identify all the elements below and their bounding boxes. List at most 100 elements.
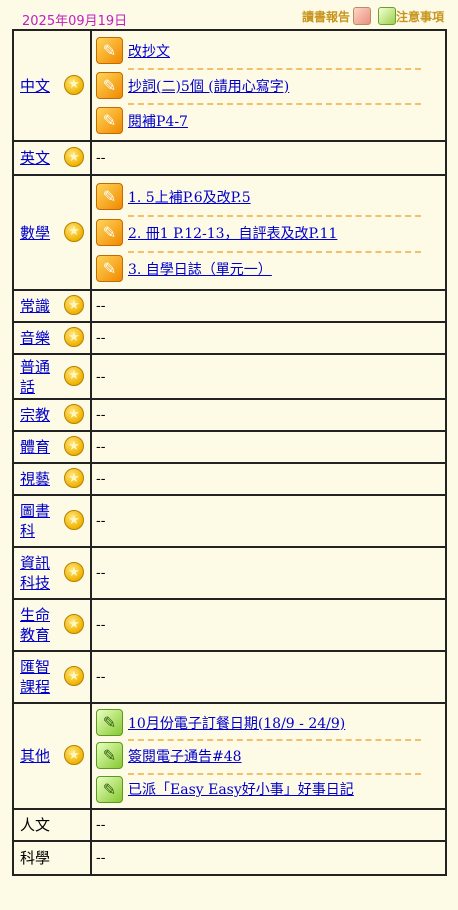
- subject-row: 常識 ★ --: [14, 291, 445, 323]
- subject-row: 宗教 ★ --: [14, 400, 445, 432]
- homework-item: ✎ 抄詞(二)5個 (請用心寫字): [96, 68, 443, 103]
- notice-label: 注意事項: [395, 9, 444, 24]
- subject-cell: 生命 教育 ★: [14, 600, 92, 650]
- homework-cell: --: [92, 600, 445, 650]
- subject-row: 中文 ★ ✎ 改抄文 ✎ 抄詞(二)5個 (請用心寫字) ✎ 閱補P4-7: [14, 31, 445, 142]
- homework-cell: --: [92, 464, 445, 494]
- star-icon[interactable]: ★: [64, 562, 84, 582]
- star-icon[interactable]: ★: [64, 468, 84, 488]
- star-icon[interactable]: ★: [64, 666, 84, 686]
- subject-name-link[interactable]: 普通話: [20, 357, 50, 397]
- subject-cell: 匯智 課程 ★: [14, 652, 92, 702]
- empty-placeholder: --: [96, 407, 106, 423]
- homework-item: ✎ 10月份電子訂餐日期(18/9 - 24/9): [96, 706, 443, 739]
- notice-pencil-icon: ✎: [96, 775, 123, 803]
- empty-placeholder: --: [96, 817, 106, 833]
- subject-row: 其他 ★ ✎ 10月份電子訂餐日期(18/9 - 24/9) ✎ 簽閱電子通告#48 ✎ 已派…: [14, 704, 445, 810]
- subject-name-link[interactable]: 體育: [20, 437, 50, 457]
- empty-placeholder: --: [96, 330, 106, 346]
- homework-item: ✎ 3. 自學日誌（單元一）: [96, 250, 443, 287]
- subject-name-link[interactable]: 視藝: [20, 469, 50, 489]
- subject-name-link: 科學: [20, 849, 51, 867]
- homework-link[interactable]: 已派「Easy Easy好小事」好事日記: [128, 779, 354, 799]
- notice-button[interactable]: 注意事項: [375, 7, 444, 25]
- homework-item: ✎ 簽閱電子通告#48: [96, 739, 443, 772]
- star-icon[interactable]: ★: [64, 436, 84, 456]
- pencil-icon: ✎: [96, 107, 123, 134]
- homework-cell: --: [92, 291, 445, 321]
- pencil-icon: ✎: [96, 183, 123, 210]
- subject-name-link[interactable]: 英文: [20, 148, 50, 168]
- homework-date: 2025年09月19日: [22, 14, 128, 29]
- subject-name-link[interactable]: 中文: [20, 76, 50, 96]
- homework-link[interactable]: 改抄文: [128, 41, 170, 61]
- subject-name-link[interactable]: 圖書科: [20, 501, 50, 541]
- subject-cell: 常識 ★: [14, 291, 92, 321]
- star-icon[interactable]: ★: [64, 295, 84, 315]
- subject-cell: 圖書科 ★: [14, 496, 92, 546]
- subject-cell: 數學 ★: [14, 176, 92, 289]
- subject-name-link[interactable]: 生命 教育: [20, 605, 50, 645]
- subject-name-link[interactable]: 音樂: [20, 328, 50, 348]
- homework-item: ✎ 2. 冊1 P.12-13，自評表及改P.11: [96, 214, 443, 251]
- subject-cell: 人文: [14, 810, 92, 840]
- homework-cell: --: [92, 496, 445, 546]
- homework-cell: --: [92, 142, 445, 174]
- homework-item: ✎ 閱補P4-7: [96, 103, 443, 138]
- subject-name-link: 人文: [20, 816, 51, 834]
- star-icon[interactable]: ★: [64, 745, 84, 765]
- subject-cell: 視藝 ★: [14, 464, 92, 494]
- homework-cell: --: [92, 810, 445, 840]
- star-icon[interactable]: ★: [64, 221, 84, 242]
- homework-table: 中文 ★ ✎ 改抄文 ✎ 抄詞(二)5個 (請用心寫字) ✎ 閱補P4-7 英文 ★ -- 數學 ★ ✎ 1…: [12, 29, 447, 876]
- empty-placeholder: --: [96, 471, 106, 487]
- homework-link[interactable]: 抄詞(二)5個 (請用心寫字): [128, 76, 289, 96]
- homework-item: ✎ 改抄文: [96, 33, 443, 68]
- star-icon[interactable]: ★: [64, 147, 84, 167]
- homework-cell: --: [92, 323, 445, 353]
- star-icon[interactable]: ★: [64, 614, 84, 634]
- subject-cell: 宗教 ★: [14, 400, 92, 430]
- homework-cell: --: [92, 652, 445, 702]
- homework-cell: --: [92, 355, 445, 398]
- star-icon[interactable]: ★: [64, 404, 84, 424]
- subject-cell: 科學: [14, 842, 92, 874]
- homework-link[interactable]: 3. 自學日誌（單元一）: [128, 259, 272, 279]
- subject-row: 人文 --: [14, 810, 445, 842]
- star-icon[interactable]: ★: [64, 365, 84, 386]
- star-icon[interactable]: ★: [64, 327, 84, 347]
- subject-name-link[interactable]: 數學: [20, 223, 50, 243]
- subject-row: 音樂 ★ --: [14, 323, 445, 355]
- homework-cell: --: [92, 548, 445, 598]
- homework-link[interactable]: 1. 5上補P.6及改P.5: [128, 187, 251, 207]
- empty-placeholder: --: [96, 298, 106, 314]
- homework-link[interactable]: 閱補P4-7: [128, 111, 188, 131]
- subject-name-link[interactable]: 其他: [20, 746, 50, 766]
- empty-placeholder: --: [96, 150, 106, 166]
- subject-row: 資訊 科技 ★ --: [14, 548, 445, 600]
- star-icon[interactable]: ★: [64, 510, 84, 530]
- reading-report-icon: [352, 7, 371, 25]
- subject-row: 數學 ★ ✎ 1. 5上補P.6及改P.5 ✎ 2. 冊1 P.12-13，自評表及改P.…: [14, 176, 445, 291]
- homework-cell: --: [92, 842, 445, 874]
- empty-placeholder: --: [96, 850, 106, 866]
- notice-pencil-icon: ✎: [96, 709, 123, 737]
- pencil-icon: ✎: [96, 72, 123, 99]
- subject-row: 匯智 課程 ★ --: [14, 652, 445, 704]
- homework-link[interactable]: 簽閱電子通告#48: [128, 746, 242, 766]
- subject-cell: 音樂 ★: [14, 323, 92, 353]
- homework-item: ✎ 1. 5上補P.6及改P.5: [96, 179, 443, 215]
- subject-name-link[interactable]: 資訊 科技: [20, 553, 50, 593]
- homework-link[interactable]: 10月份電子訂餐日期(18/9 - 24/9): [128, 713, 345, 733]
- homework-link[interactable]: 2. 冊1 P.12-13，自評表及改P.11: [128, 223, 337, 243]
- star-icon[interactable]: ★: [64, 74, 84, 95]
- reading-report-button[interactable]: 讀書報告: [302, 7, 371, 25]
- subject-name-link[interactable]: 宗教: [20, 405, 50, 425]
- homework-cell: --: [92, 432, 445, 462]
- subject-name-link[interactable]: 常識: [20, 296, 50, 316]
- subject-cell: 英文 ★: [14, 142, 92, 174]
- reading-report-label: 讀書報告: [301, 9, 350, 24]
- toolbar: 讀書報告 注意事項: [298, 7, 444, 25]
- subject-cell: 普通話 ★: [14, 355, 92, 398]
- subject-name-link[interactable]: 匯智 課程: [20, 657, 50, 697]
